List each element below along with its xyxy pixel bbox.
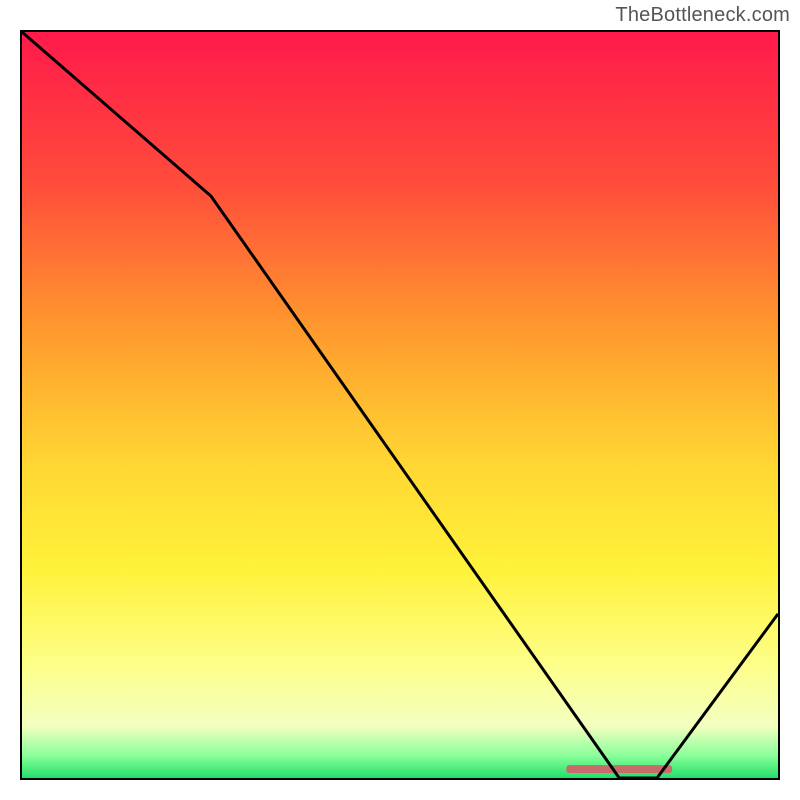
watermark-text: TheBottleneck.com bbox=[615, 4, 790, 27]
chart-frame bbox=[20, 30, 780, 780]
optimal-band-marker bbox=[566, 765, 672, 773]
bottleneck-chart bbox=[22, 32, 778, 778]
heat-background bbox=[22, 32, 778, 778]
